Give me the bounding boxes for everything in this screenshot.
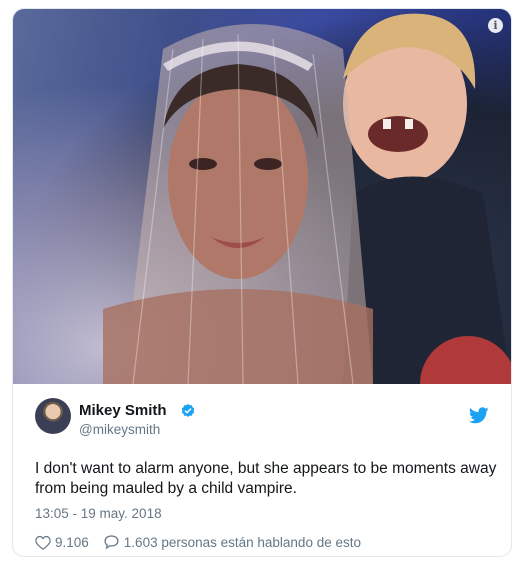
author-handle[interactable]: @mikeysmith — [79, 422, 160, 437]
bride-face — [168, 79, 308, 279]
bride-eye — [254, 158, 282, 170]
embedded-tweet-card: i Mikey Smith @mikeysmith I don't want t… — [12, 8, 512, 557]
like-count: 9.106 — [55, 534, 89, 550]
tweet-actions: 9.106 1.603 personas están hablando de e… — [35, 532, 361, 552]
heart-icon — [35, 535, 51, 550]
speech-bubble-icon — [104, 535, 119, 550]
bride-eye — [189, 158, 217, 170]
conversation-action[interactable]: 1.603 personas están hablando de esto — [103, 534, 361, 550]
author-name[interactable]: Mikey Smith — [79, 402, 167, 419]
verified-badge-icon — [181, 404, 195, 417]
photo-illustration — [103, 13, 511, 384]
twitter-bird-icon[interactable] — [469, 407, 489, 424]
tweet-text: I don't want to alarm anyone, but she ap… — [35, 460, 497, 497]
boy-tooth — [383, 119, 391, 129]
tweet-body: Mikey Smith @mikeysmith I don't want to … — [13, 385, 511, 556]
conversation-count: 1.603 personas están hablando de esto — [123, 534, 361, 550]
tweet-photo[interactable]: i — [13, 9, 511, 384]
boy-tooth — [405, 119, 413, 129]
boy-mouth — [368, 116, 428, 152]
bride-shoulders — [103, 289, 373, 384]
avatar[interactable] — [35, 398, 71, 434]
like-action[interactable]: 9.106 — [35, 535, 89, 550]
info-icon[interactable]: i — [488, 18, 503, 33]
tweet-timestamp[interactable]: 13:05 - 19 may. 2018 — [35, 506, 162, 521]
